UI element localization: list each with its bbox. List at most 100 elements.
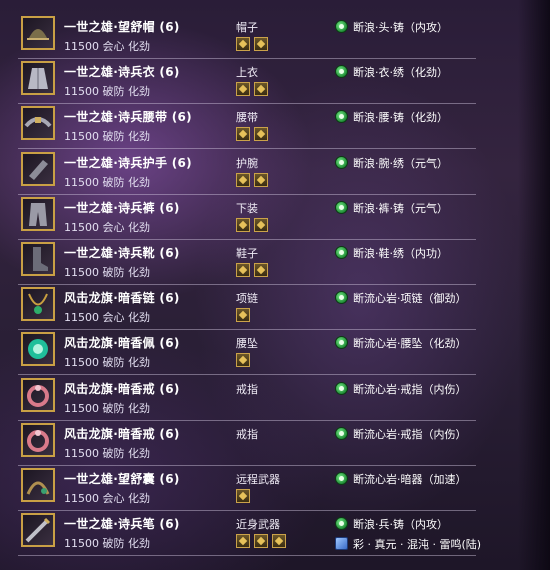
pouch-icon[interactable] — [21, 468, 55, 502]
enhancement: 断浪·头·铸（内攻） — [335, 19, 448, 35]
item-slot: 近身武器 — [236, 518, 280, 532]
gem-socket-icon — [236, 263, 250, 277]
item-name: 风击龙旗·暗香戒 (6) — [64, 381, 180, 396]
enhancement-label: 断浪·腰·铸（化劲） — [353, 111, 448, 125]
boots-icon[interactable] — [21, 242, 55, 276]
color-stone: 彩 · 真元 · 混沌 · 雷鸣(陆) — [335, 536, 481, 552]
enhancement-label: 断流心岩·暗器（加速） — [353, 473, 467, 486]
equipment-row[interactable]: 一世之雄·诗兵衣 (6) 11500 破防 化劲 上衣 断浪·衣·绣（化劲） — [18, 58, 476, 105]
gem-socket-icon — [254, 534, 268, 549]
enhancement-label: 断浪·衣·绣（化劲） — [353, 66, 448, 80]
pants-icon[interactable] — [21, 196, 55, 231]
necklace-icon[interactable] — [21, 287, 55, 322]
equipment-row[interactable]: 一世之雄·诗兵笔 (6) 11500 破防 化劲 近身武器 断浪·兵·铸（内攻） 彩 ·… — [18, 510, 481, 557]
gem-sockets — [236, 308, 254, 324]
item-stats: 11500 破防 化劲 — [64, 446, 150, 460]
enhancement-label: 断浪·鞋·绣（内功） — [353, 247, 448, 260]
equipment-row[interactable]: 一世之雄·望舒帽 (6) 11500 会心 化劲 帽子 断浪·头·铸（内攻） — [18, 13, 476, 59]
belt-icon[interactable] — [21, 106, 55, 141]
gem-socket-icon — [254, 263, 268, 277]
gem-socket-icon — [236, 37, 250, 51]
item-name: 风击龙旗·暗香链 (6) — [64, 291, 180, 306]
item-slot: 戒指 — [236, 382, 258, 396]
equipment-panel: 一世之雄·望舒帽 (6) 11500 会心 化劲 帽子 断浪·头·铸（内攻） 一世之雄·… — [0, 0, 550, 570]
item-slot: 上衣 — [236, 66, 258, 80]
item-slot: 腰带 — [236, 111, 258, 125]
robe-icon[interactable] — [21, 61, 55, 96]
equipment-row[interactable]: 一世之雄·望舒囊 (6) 11500 会心 化劲 远程武器 断流心岩·暗器（加速） — [18, 465, 476, 511]
item-name: 一世之雄·诗兵衣 (6) — [64, 65, 180, 80]
enhancement-label: 断浪·裤·铸（元气） — [353, 201, 448, 215]
gem-sockets — [236, 534, 290, 550]
gem-sockets — [236, 37, 272, 53]
item-stats: 11500 破防 化劲 — [64, 356, 150, 370]
gem-socket-icon — [254, 127, 268, 142]
equipment-row[interactable]: 一世之雄·诗兵靴 (6) 11500 破防 化劲 鞋子 断浪·鞋·绣（内功） — [18, 239, 476, 285]
equipment-row[interactable]: 风击龙旗·暗香佩 (6) 11500 破防 化劲 腰坠 断流心岩·腰坠（化劲） — [18, 329, 476, 376]
color-stone-icon — [335, 537, 348, 551]
ring-icon[interactable] — [21, 422, 55, 457]
enhance-gem-icon — [335, 200, 348, 214]
gem-socket-icon — [254, 217, 268, 232]
gem-sockets — [236, 217, 272, 234]
gem-socket-icon — [236, 534, 250, 549]
equipment-row[interactable]: 一世之雄·诗兵护手 (6) 11500 破防 化劲 护腕 断浪·腕·绣（元气） — [18, 149, 476, 195]
enhancement-label: 断流心岩·戒指（内伤） — [353, 382, 467, 396]
item-name: 一世之雄·诗兵笔 (6) — [64, 517, 180, 532]
item-name: 一世之雄·诗兵裤 (6) — [64, 200, 180, 215]
enhance-gem-icon — [335, 291, 348, 305]
item-stats: 11500 会心 化劲 — [64, 220, 150, 234]
enhancement: 断流心岩·戒指（内伤） — [335, 381, 467, 397]
panel-edge — [518, 0, 550, 570]
enhance-gem-icon — [335, 426, 348, 440]
item-name: 风击龙旗·暗香戒 (6) — [64, 426, 180, 441]
gem-sockets — [236, 127, 272, 143]
enhancement: 断流心岩·暗器（加速） — [335, 471, 467, 487]
enhance-gem-icon — [335, 65, 348, 79]
enhancement: 断浪·鞋·绣（内功） — [335, 245, 448, 261]
brush-weapon-icon[interactable] — [21, 513, 55, 548]
gem-socket-icon — [236, 353, 250, 368]
gem-socket-icon — [254, 172, 268, 187]
enhance-gem-icon — [335, 20, 348, 33]
gem-sockets — [236, 353, 254, 369]
equipment-row[interactable]: 一世之雄·诗兵裤 (6) 11500 会心 化劲 下装 断浪·裤·铸（元气） — [18, 194, 476, 240]
ring-icon[interactable] — [21, 377, 55, 412]
item-slot: 戒指 — [236, 427, 258, 441]
enhance-gem-icon — [335, 155, 348, 169]
item-stats: 11500 破防 化劲 — [64, 130, 150, 144]
item-slot: 项链 — [236, 292, 258, 306]
equipment-row[interactable]: 风击龙旗·暗香链 (6) 11500 会心 化劲 项链 断流心岩·项链（御劲） — [18, 284, 476, 331]
hat-icon[interactable] — [21, 16, 55, 50]
item-name: 一世之雄·诗兵腰带 (6) — [64, 110, 192, 125]
gem-sockets — [236, 489, 254, 505]
item-slot: 鞋子 — [236, 247, 258, 260]
enhancement-label: 断流心岩·项链（御劲） — [353, 292, 467, 306]
item-stats: 11500 破防 化劲 — [64, 401, 150, 415]
gem-socket-icon — [236, 489, 250, 503]
equipment-row[interactable]: 风击龙旗·暗香戒 (6) 11500 破防 化劲 戒指 断流心岩·戒指（内伤） — [18, 375, 476, 421]
item-slot: 远程武器 — [236, 473, 280, 486]
item-slot: 护腕 — [236, 156, 258, 170]
bracer-icon[interactable] — [21, 151, 55, 186]
item-slot: 腰坠 — [236, 337, 258, 351]
enhance-gem-icon — [335, 246, 348, 259]
item-stats: 11500 会心 化劲 — [64, 40, 150, 53]
enhancement: 断流心岩·戒指（内伤） — [335, 426, 467, 442]
enhancement-label: 断浪·头·铸（内攻） — [353, 21, 448, 34]
item-stats: 11500 破防 化劲 — [64, 175, 150, 189]
enhancement: 断浪·衣·绣（化劲） — [335, 64, 448, 80]
equipment-row[interactable]: 一世之雄·诗兵腰带 (6) 11500 破防 化劲 腰带 断浪·腰·铸（化劲） — [18, 103, 476, 150]
gem-sockets — [236, 82, 272, 98]
enhancement: 断浪·腕·绣（元气） — [335, 155, 448, 171]
enhance-gem-icon — [335, 381, 348, 395]
gem-socket-icon — [236, 308, 250, 323]
pendant-icon[interactable] — [21, 332, 55, 367]
gem-socket-icon — [254, 37, 268, 51]
equipment-row[interactable]: 风击龙旗·暗香戒 (6) 11500 破防 化劲 戒指 断流心岩·戒指（内伤） — [18, 420, 476, 466]
item-name: 一世之雄·诗兵靴 (6) — [64, 246, 180, 260]
gem-socket-icon — [254, 82, 268, 97]
item-name: 一世之雄·望舒囊 (6) — [64, 472, 180, 486]
item-name: 一世之雄·诗兵护手 (6) — [64, 155, 192, 170]
gem-sockets — [236, 263, 272, 279]
